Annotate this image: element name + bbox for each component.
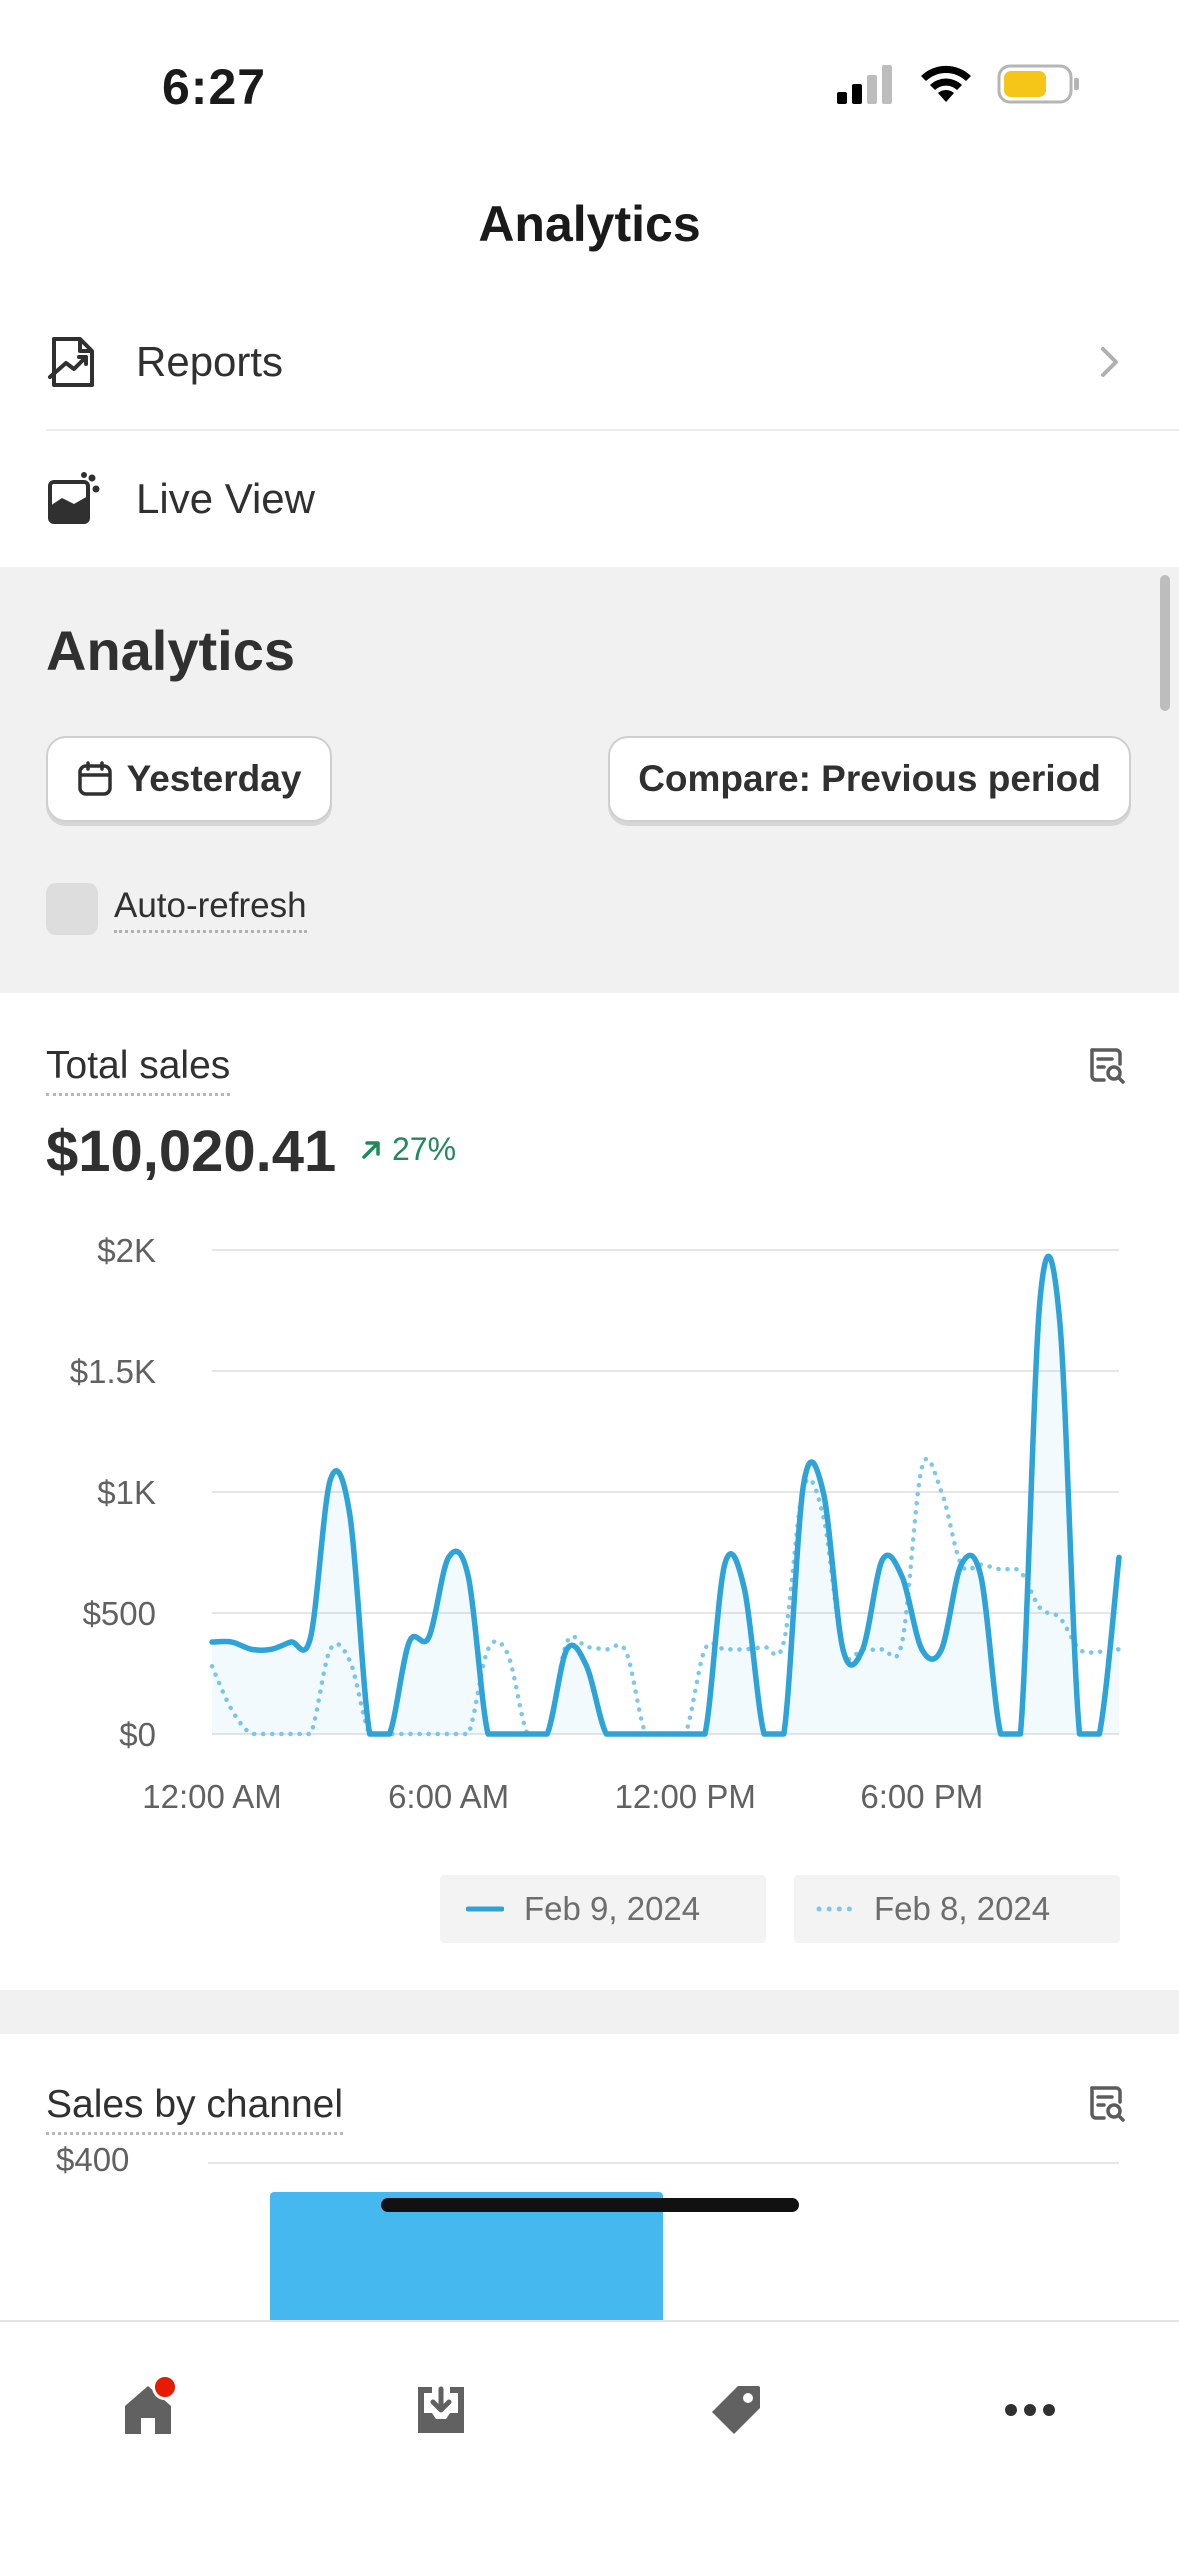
inbox-download-icon	[418, 2386, 464, 2433]
chart-y-tick-label: $1K	[97, 1474, 156, 1511]
bottom-tab-bar	[0, 2320, 1179, 2556]
legend-label-previous: Feb 8, 2024	[874, 1890, 1051, 1927]
sales-change-percent: 27%	[392, 1131, 457, 1167]
nav-title: Analytics	[478, 196, 701, 252]
scrollbar-thumb[interactable]	[1160, 575, 1170, 711]
tab-more[interactable]	[990, 2370, 1070, 2450]
menu-item-label: Reports	[136, 338, 284, 385]
chart-y-tick-label: $0	[119, 1716, 156, 1753]
legend-item-previous[interactable]: Feb 8, 2024	[794, 1875, 1120, 1943]
legend-item-current[interactable]: Feb 9, 2024	[440, 1875, 766, 1943]
chart-x-tick-label: 6:00 AM	[388, 1778, 509, 1815]
chart-x-tick-label: 12:00 AM	[142, 1778, 281, 1815]
total-sales-line-chart[interactable]: $2K $1.5K $1K $500 $0 12:00 AM 6:00 AM 12:00 PM…	[0, 1220, 1179, 1860]
total-sales-title[interactable]: Total sales	[46, 1044, 231, 1096]
tab-home[interactable]	[108, 2370, 188, 2450]
menu-item-live-view[interactable]: Live View	[46, 431, 1179, 567]
analytics-heading: Analytics	[46, 619, 295, 682]
home-indicator	[381, 2198, 799, 2212]
sales-by-channel-title[interactable]: Sales by channel	[46, 2083, 344, 2135]
cellular-signal-icon	[837, 65, 892, 104]
menu-item-reports[interactable]: Reports	[46, 294, 1179, 430]
inspect-metric-icon[interactable]	[1086, 2084, 1126, 2124]
chart-y-tick-label: $500	[83, 1595, 156, 1632]
legend-solid-line-icon	[466, 1906, 504, 1912]
auto-refresh-label: Auto-refresh	[114, 886, 307, 933]
auto-refresh-toggle[interactable]: Auto-refresh	[46, 883, 307, 935]
report-chart-icon	[48, 337, 94, 387]
menu-item-label: Live View	[136, 475, 315, 522]
channel-gridline	[208, 2162, 1119, 2164]
chart-y-tick-label: $2K	[97, 1232, 156, 1269]
tab-products[interactable]	[696, 2370, 776, 2450]
legend-dotted-line-icon	[816, 1906, 854, 1912]
live-view-icon	[48, 472, 100, 524]
chevron-right-icon	[1101, 347, 1118, 377]
auto-refresh-checkbox[interactable]	[46, 883, 98, 935]
calendar-icon	[77, 761, 112, 796]
status-time: 6:27	[162, 59, 267, 115]
compare-period-button[interactable]: Compare: Previous period	[608, 736, 1131, 822]
total-sales-value: $10,020.41	[46, 1119, 337, 1184]
more-horizontal-icon	[1005, 2404, 1055, 2416]
chart-y-tick-label: $1.5K	[70, 1353, 156, 1390]
notification-badge	[152, 2374, 178, 2400]
wifi-icon	[921, 65, 971, 102]
legend-label-current: Feb 9, 2024	[524, 1890, 701, 1927]
tab-orders[interactable]	[401, 2370, 481, 2450]
battery-icon	[997, 64, 1079, 104]
compare-period-label: Compare: Previous period	[638, 758, 1101, 799]
arrow-up-right-icon	[362, 1140, 380, 1159]
chart-x-tick-label: 12:00 PM	[615, 1778, 756, 1815]
tag-icon	[712, 2386, 760, 2434]
channel-y-tick: $400	[56, 2141, 130, 2178]
sales-change-indicator: 27%	[360, 1131, 456, 1168]
inspect-metric-icon[interactable]	[1086, 1046, 1126, 1086]
date-range-button[interactable]: Yesterday	[46, 736, 332, 822]
status-icons	[837, 64, 1081, 104]
status-bar: 6:27	[0, 0, 1179, 150]
chart-x-tick-label: 6:00 PM	[860, 1778, 983, 1815]
section-divider	[0, 1990, 1179, 2034]
date-range-label: Yesterday	[126, 758, 302, 799]
